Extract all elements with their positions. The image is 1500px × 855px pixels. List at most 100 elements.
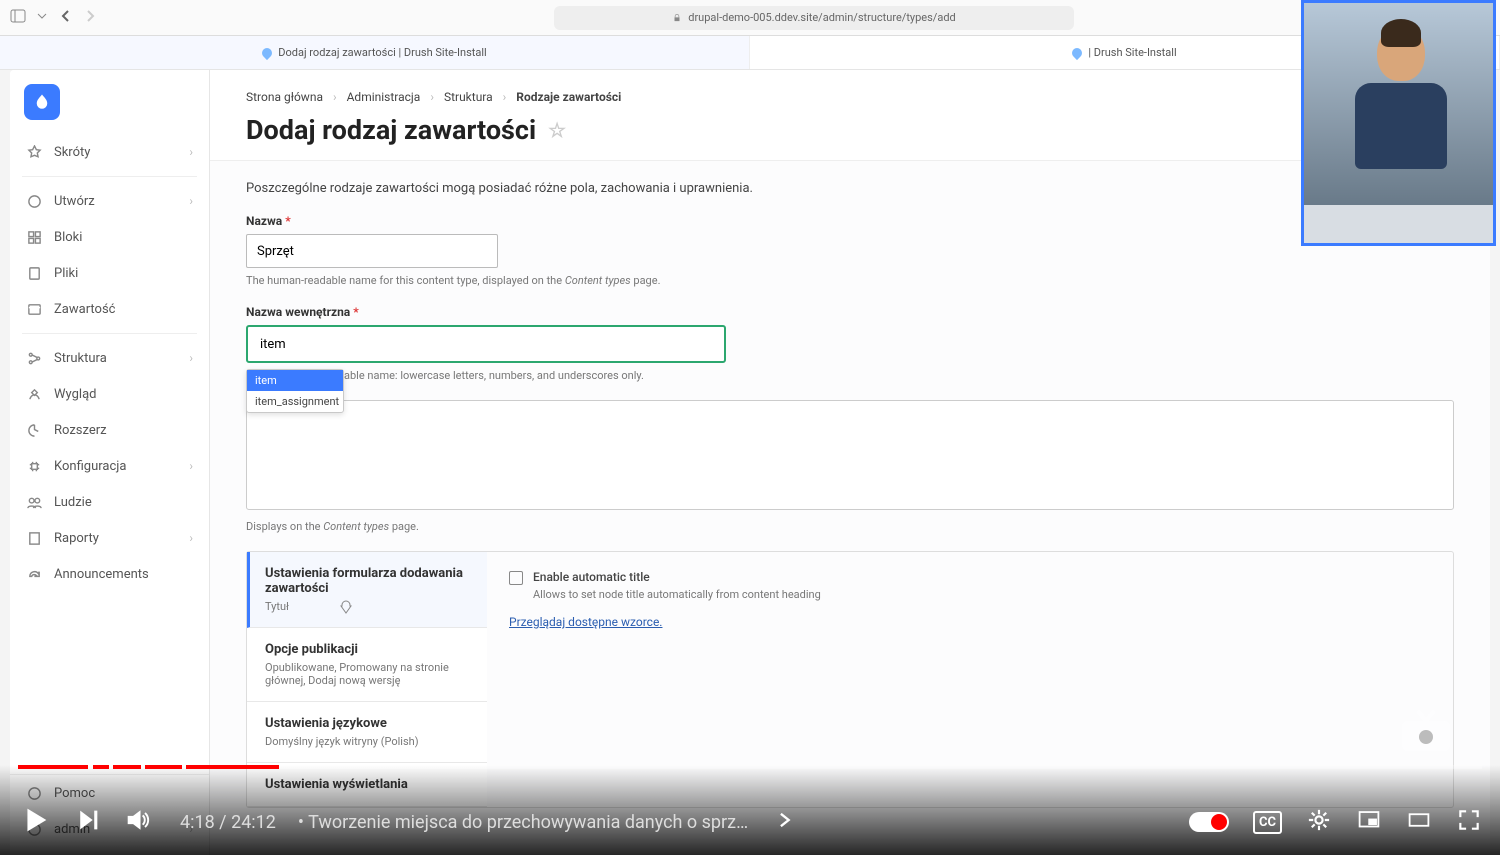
drupal-icon bbox=[260, 45, 274, 59]
sidebar-item-raporty[interactable]: Raporty› bbox=[10, 520, 209, 556]
sidebar-item-utwórz[interactable]: Utwórz› bbox=[10, 183, 209, 219]
menu-icon bbox=[26, 422, 42, 438]
description-hint: Displays on the Content types page. bbox=[246, 520, 1454, 533]
menu-icon bbox=[26, 494, 42, 510]
sidebar-item-label: Struktura bbox=[54, 351, 107, 366]
star-icon[interactable]: ☆ bbox=[548, 118, 566, 142]
sidebar-item-announcements[interactable]: Announcements bbox=[10, 556, 209, 592]
captions-button[interactable]: CC bbox=[1253, 811, 1282, 834]
url-bar[interactable]: drupal-demo-005.ddev.site/admin/structur… bbox=[554, 6, 1074, 30]
vtab-2[interactable]: Ustawienia językowe Domyślny język witryn… bbox=[247, 702, 487, 763]
dropdown-icon[interactable] bbox=[34, 8, 50, 28]
chevron-right-icon: › bbox=[189, 351, 193, 365]
time-display: 4:18 / 24:12 bbox=[180, 812, 276, 833]
miniplayer-button[interactable] bbox=[1356, 807, 1382, 837]
sidebar-item-struktura[interactable]: Struktura › bbox=[10, 340, 209, 376]
menu-icon bbox=[26, 350, 42, 366]
volume-button[interactable] bbox=[124, 806, 152, 838]
url-text: drupal-demo-005.ddev.site/admin/structur… bbox=[688, 11, 956, 24]
vtab-subtitle: Opublikowane, Promowany na stronie główn… bbox=[265, 661, 469, 687]
browser-toolbar: drupal-demo-005.ddev.site/admin/structur… bbox=[0, 0, 1500, 36]
browser-tab-1[interactable]: Dodaj rodzaj zawartości | Drush Site-Ins… bbox=[0, 36, 750, 69]
channel-watermark[interactable] bbox=[1396, 707, 1456, 755]
menu-icon bbox=[26, 386, 42, 402]
sidebar-item-konfiguracja[interactable]: Konfiguracja › bbox=[10, 448, 209, 484]
chevron-right-icon: › bbox=[189, 145, 193, 159]
cursor-icon bbox=[338, 600, 354, 616]
autocomplete-item[interactable]: item bbox=[247, 370, 343, 391]
vtab-title: Ustawienia językowe bbox=[265, 716, 469, 731]
drupal-icon bbox=[1070, 45, 1084, 59]
auto-title-checkbox[interactable] bbox=[509, 571, 523, 585]
sidebar-item-skróty[interactable]: Skróty › bbox=[10, 134, 209, 170]
vtab-0[interactable]: Ustawienia formularza dodawania zawartoś… bbox=[247, 552, 487, 628]
sidebar-item-label: Bloki bbox=[54, 230, 82, 245]
machine-name-label: Nazwa wewnętrzna * bbox=[246, 305, 1454, 319]
main-area: Strona główna›Administracja›Struktura›Ro… bbox=[210, 70, 1490, 855]
vtab-title: Ustawienia formularza dodawania zawartoś… bbox=[265, 566, 469, 596]
tab-label: | Drush Site-Install bbox=[1088, 46, 1176, 59]
checkbox-desc: Allows to set node title automatically f… bbox=[533, 588, 821, 601]
autoplay-toggle[interactable] bbox=[1189, 812, 1229, 832]
progress-bar[interactable] bbox=[18, 765, 1482, 769]
next-button[interactable] bbox=[74, 806, 102, 838]
admin-app: Skróty›Utwórz›BlokiPlikiZawartośćStruktu… bbox=[10, 70, 1490, 855]
sidebar-item-pliki[interactable]: Pliki bbox=[10, 255, 209, 291]
drupal-logo[interactable] bbox=[24, 84, 60, 120]
menu-icon bbox=[26, 229, 42, 245]
autocomplete-dropdown: itemitem_assignment bbox=[246, 369, 344, 413]
vtab-1[interactable]: Opcje publikacji Opublikowane, Promowany … bbox=[247, 628, 487, 702]
name-input[interactable] bbox=[246, 234, 498, 268]
breadcrumb-item[interactable]: Strona główna bbox=[246, 90, 323, 104]
chapter-next-icon[interactable] bbox=[770, 806, 798, 838]
sidebar-item-label: Wygląd bbox=[54, 387, 96, 402]
video-controls: 4:18 / 24:12 • Tworzenie miejsca do prze… bbox=[0, 765, 1500, 855]
chapter-title[interactable]: • Tworzenie miejsca do przechowywania da… bbox=[298, 812, 748, 833]
menu-icon bbox=[26, 144, 42, 160]
menu-icon bbox=[26, 265, 42, 281]
menu-icon bbox=[26, 458, 42, 474]
name-label: Nazwa * bbox=[246, 214, 1454, 228]
settings-button[interactable] bbox=[1306, 807, 1332, 837]
intro-text: Poszczególne rodzaje zawartości mogą pos… bbox=[246, 181, 1454, 196]
sidebar-item-label: Announcements bbox=[54, 567, 149, 582]
sidebar-item-label: Konfiguracja bbox=[54, 459, 126, 474]
sidebar-item-label: Utwórz bbox=[54, 194, 95, 209]
menu-icon bbox=[26, 301, 42, 317]
breadcrumb: Strona główna›Administracja›Struktura›Ro… bbox=[246, 90, 1454, 104]
page-title: Dodaj rodzaj zawartości bbox=[246, 114, 536, 146]
play-button[interactable] bbox=[18, 803, 52, 841]
chevron-right-icon: › bbox=[189, 459, 193, 473]
sidebar-item-bloki[interactable]: Bloki bbox=[10, 219, 209, 255]
vtab-subtitle: Domyślny język witryny (Polish) bbox=[265, 735, 469, 748]
breadcrumb-item: Rodzaje zawartości bbox=[516, 90, 621, 104]
description-textarea[interactable] bbox=[246, 400, 1454, 510]
forward-icon[interactable] bbox=[82, 8, 98, 28]
breadcrumb-item[interactable]: Struktura bbox=[444, 90, 493, 104]
name-hint: The human-readable name for this content… bbox=[246, 274, 1454, 287]
machine-name-hint: able name: lowercase letters, numbers, a… bbox=[246, 369, 1454, 382]
sidebar-item-zawartość[interactable]: Zawartość bbox=[10, 291, 209, 327]
sidebar-item-wygląd[interactable]: Wygląd bbox=[10, 376, 209, 412]
browser-tabs: Dodaj rodzaj zawartości | Drush Site-Ins… bbox=[0, 36, 1500, 70]
sidebar-item-label: Rozszerz bbox=[54, 423, 107, 438]
sidebar-item-label: Zawartość bbox=[54, 302, 115, 317]
sidebar-item-label: Skróty bbox=[54, 145, 90, 160]
fullscreen-button[interactable] bbox=[1456, 807, 1482, 837]
machine-name-input[interactable] bbox=[246, 325, 726, 363]
webcam-overlay bbox=[1301, 0, 1496, 246]
tab-label: Dodaj rodzaj zawartości | Drush Site-Ins… bbox=[278, 46, 486, 59]
breadcrumb-item[interactable]: Administracja bbox=[347, 90, 421, 104]
patterns-link[interactable]: Przeglądaj dostępne wzorce. bbox=[509, 615, 662, 629]
sidebar-item-label: Raporty bbox=[54, 531, 99, 546]
lock-icon bbox=[672, 13, 682, 23]
sidebar-item-label: Ludzie bbox=[54, 495, 92, 510]
sidebar-toggle-icon[interactable] bbox=[10, 8, 26, 28]
autocomplete-item[interactable]: item_assignment bbox=[247, 391, 343, 412]
vtab-title: Opcje publikacji bbox=[265, 642, 469, 657]
sidebar-item-rozszerz[interactable]: Rozszerz bbox=[10, 412, 209, 448]
back-icon[interactable] bbox=[58, 8, 74, 28]
sidebar-item-ludzie[interactable]: Ludzie bbox=[10, 484, 209, 520]
vtab-subtitle: Tytuł bbox=[265, 600, 469, 613]
theater-button[interactable] bbox=[1406, 807, 1432, 837]
